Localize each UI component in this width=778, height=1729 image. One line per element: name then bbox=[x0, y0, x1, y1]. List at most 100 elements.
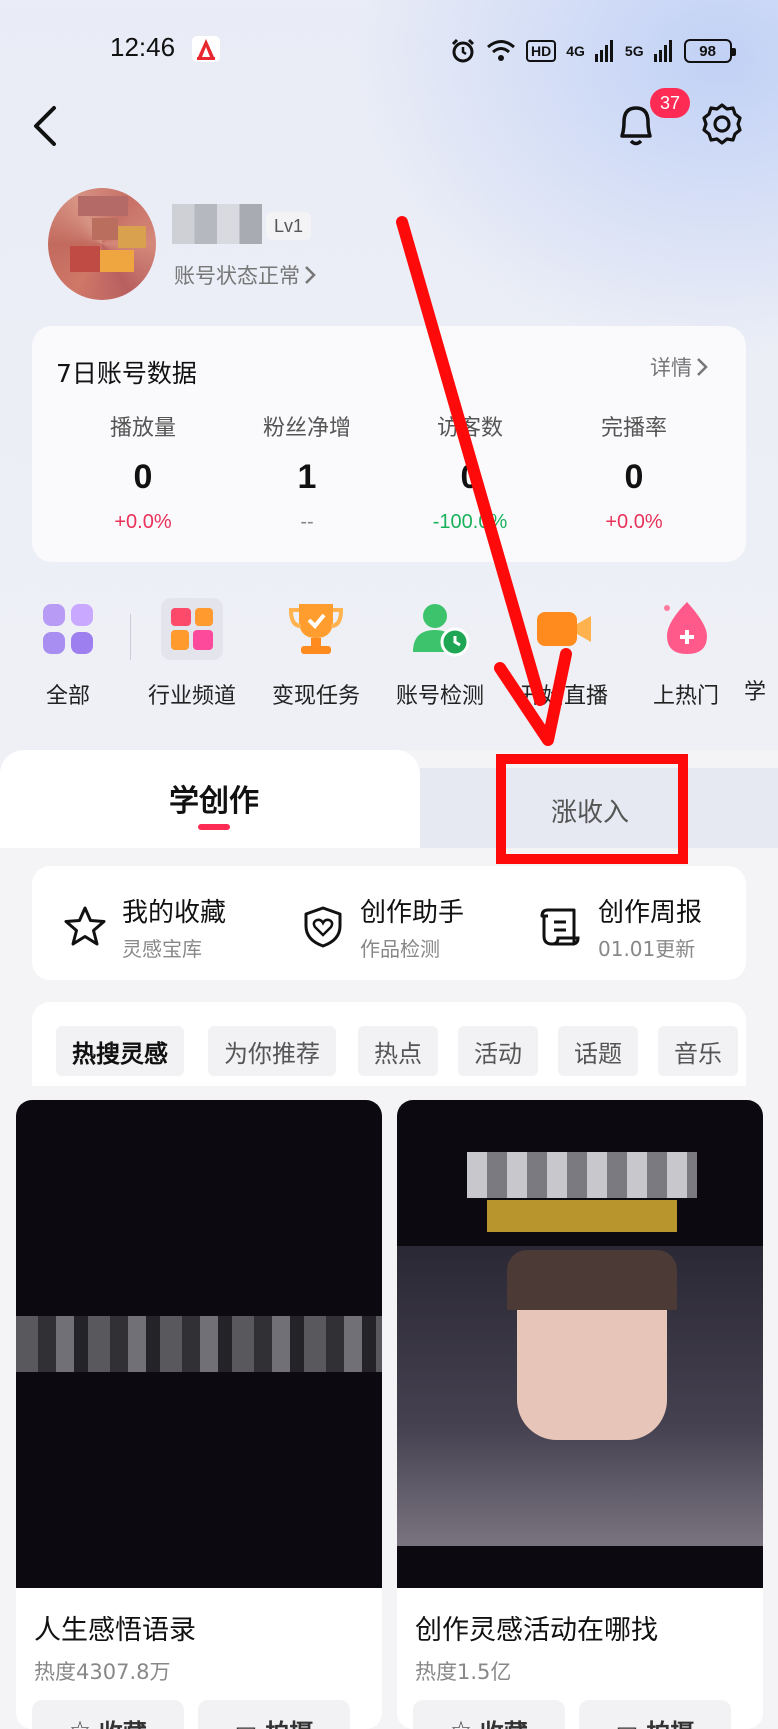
video-thumbnail[interactable] bbox=[397, 1100, 763, 1588]
video-heat: 热度4307.8万 bbox=[34, 1660, 171, 1684]
stat-label: 完播率 bbox=[600, 416, 667, 441]
stat-value: 1 bbox=[297, 458, 317, 496]
tool-partial[interactable]: 学 bbox=[744, 598, 778, 706]
industry-channel-icon bbox=[161, 598, 223, 660]
chip-hotspot[interactable]: 热点 bbox=[358, 1026, 438, 1076]
stat-value: 0 bbox=[460, 458, 480, 496]
shield-heart-icon bbox=[304, 906, 342, 948]
stat-label: 播放量 bbox=[109, 416, 176, 441]
favorite-label: 收藏 bbox=[99, 1713, 147, 1729]
tool-divider bbox=[130, 614, 131, 660]
video-title: 人生感悟语录 bbox=[34, 1615, 196, 1646]
stat-plays[interactable]: 播放量 0 +0.0% bbox=[63, 410, 223, 534]
account-status-text: 账号状态正常 bbox=[174, 264, 300, 288]
stat-followers[interactable]: 粉丝净增 1 -- bbox=[227, 410, 387, 534]
star-icon: ☆ bbox=[450, 1716, 472, 1729]
tool-label: 上热门 bbox=[652, 684, 719, 709]
tool-monetize-task[interactable]: 变现任务 bbox=[256, 598, 376, 710]
video-heat: 热度1.5亿 bbox=[415, 1660, 512, 1684]
tool-label: 账号检测 bbox=[395, 684, 484, 709]
video-title: 创作灵感活动在哪找 bbox=[415, 1615, 658, 1646]
data-card-title: 7日账号数据 bbox=[56, 359, 197, 388]
star-icon: ☆ bbox=[69, 1716, 91, 1729]
back-arrow-icon[interactable] bbox=[28, 102, 64, 150]
username-redacted bbox=[172, 204, 262, 244]
shortcut-assistant[interactable]: 创作助手 作品检测 bbox=[300, 892, 464, 962]
tool-label: 全部 bbox=[45, 684, 90, 709]
tab-learn-creation[interactable]: 学创作 bbox=[0, 776, 428, 820]
alarm-icon bbox=[451, 38, 475, 63]
favorite-button[interactable]: ☆ 收藏 bbox=[32, 1700, 184, 1729]
shortcut-subtitle: 作品检测 bbox=[360, 937, 440, 961]
battery-indicator: 98 bbox=[683, 39, 736, 63]
tool-label: 开始直播 bbox=[519, 684, 608, 709]
chip-hot-search[interactable]: 热搜灵感 bbox=[56, 1026, 184, 1076]
network-5g-label: 5G bbox=[624, 43, 644, 59]
chip-activity[interactable]: 活动 bbox=[458, 1026, 538, 1076]
chip-topic[interactable]: 话题 bbox=[558, 1026, 638, 1076]
favorite-label: 收藏 bbox=[480, 1713, 528, 1729]
video-camera-icon bbox=[537, 612, 591, 646]
stat-value: 0 bbox=[624, 458, 644, 496]
video-card[interactable]: 人生感悟语录 热度4307.8万 ☆ 收藏 ▭ 拍摄 bbox=[16, 1100, 382, 1729]
camera-icon: ▭ bbox=[616, 1716, 639, 1729]
stat-value: 0 bbox=[133, 458, 153, 496]
tool-all[interactable]: 全部 bbox=[8, 598, 128, 710]
tool-label: 行业频道 bbox=[147, 684, 236, 709]
tool-start-live[interactable]: 开始直播 bbox=[504, 598, 624, 710]
shortcut-title: 我的收藏 bbox=[122, 898, 227, 928]
shoot-label: 拍摄 bbox=[646, 1713, 694, 1729]
hd-label: HD bbox=[526, 40, 557, 62]
flame-plus-icon bbox=[664, 602, 707, 654]
wifi-icon bbox=[487, 40, 515, 61]
video-thumbnail[interactable] bbox=[16, 1100, 382, 1588]
level-badge: Lv1 bbox=[266, 212, 312, 240]
shortcut-title: 创作周报 bbox=[598, 898, 703, 928]
grid-icon bbox=[43, 604, 93, 654]
tool-industry-channel[interactable]: 行业频道 bbox=[132, 598, 252, 710]
shortcut-weekly-report[interactable]: 创作周报 01.01更新 bbox=[538, 892, 702, 962]
tool-go-hot[interactable]: 上热门 bbox=[626, 598, 746, 710]
signal-icon-2 bbox=[653, 40, 672, 62]
data-detail-link[interactable]: 详情 bbox=[650, 352, 708, 382]
app-notification-icon bbox=[192, 36, 220, 62]
chip-music[interactable]: 音乐 bbox=[658, 1026, 738, 1076]
stat-completion[interactable]: 完播率 0 +0.0% bbox=[554, 410, 714, 534]
tool-label: 变现任务 bbox=[271, 684, 360, 709]
active-tab-indicator bbox=[198, 824, 230, 830]
shortcut-subtitle: 灵感宝库 bbox=[122, 937, 202, 961]
shortcut-favorites[interactable]: 我的收藏 灵感宝库 bbox=[62, 892, 226, 962]
notification-badge: 37 bbox=[650, 88, 690, 118]
settings-gear-icon[interactable] bbox=[700, 102, 744, 146]
stat-label: 访客数 bbox=[436, 416, 503, 441]
favorite-button[interactable]: ☆ 收藏 bbox=[413, 1700, 565, 1729]
shortcut-subtitle: 01.01更新 bbox=[598, 937, 696, 961]
shortcut-title: 创作助手 bbox=[360, 898, 465, 928]
stat-change: +0.0% bbox=[114, 511, 172, 533]
account-status-link[interactable]: 账号状态正常 bbox=[174, 260, 316, 290]
stat-change: -100.0% bbox=[432, 511, 508, 533]
tool-label: 学 bbox=[744, 680, 767, 705]
stat-label: 粉丝净增 bbox=[262, 416, 351, 441]
detail-label: 详情 bbox=[650, 356, 692, 380]
account-check-icon bbox=[413, 604, 470, 657]
stat-visitors[interactable]: 访客数 0 -100.0% bbox=[390, 410, 550, 534]
tool-account-check[interactable]: 账号检测 bbox=[380, 598, 500, 710]
annotation-box bbox=[496, 754, 688, 864]
report-icon bbox=[540, 908, 580, 946]
trophy-icon bbox=[288, 604, 344, 654]
stat-change: +0.0% bbox=[605, 511, 663, 533]
avatar[interactable] bbox=[48, 188, 156, 300]
shoot-button[interactable]: ▭ 拍摄 bbox=[579, 1700, 731, 1729]
star-icon bbox=[64, 906, 106, 946]
video-card[interactable]: 创作灵感活动在哪找 热度1.5亿 ☆ 收藏 ▭ 拍摄 bbox=[397, 1100, 763, 1729]
shoot-button[interactable]: ▭ 拍摄 bbox=[198, 1700, 350, 1729]
stat-change: -- bbox=[300, 511, 314, 533]
chip-recommended[interactable]: 为你推荐 bbox=[208, 1026, 336, 1076]
camera-icon: ▭ bbox=[235, 1716, 258, 1729]
network-4g-label: 4G bbox=[566, 43, 585, 59]
status-icons: HD 4G 5G 98 bbox=[450, 34, 736, 68]
chevron-right-icon bbox=[697, 358, 708, 376]
chevron-right-icon bbox=[305, 266, 316, 284]
signal-icon-1 bbox=[594, 40, 613, 62]
